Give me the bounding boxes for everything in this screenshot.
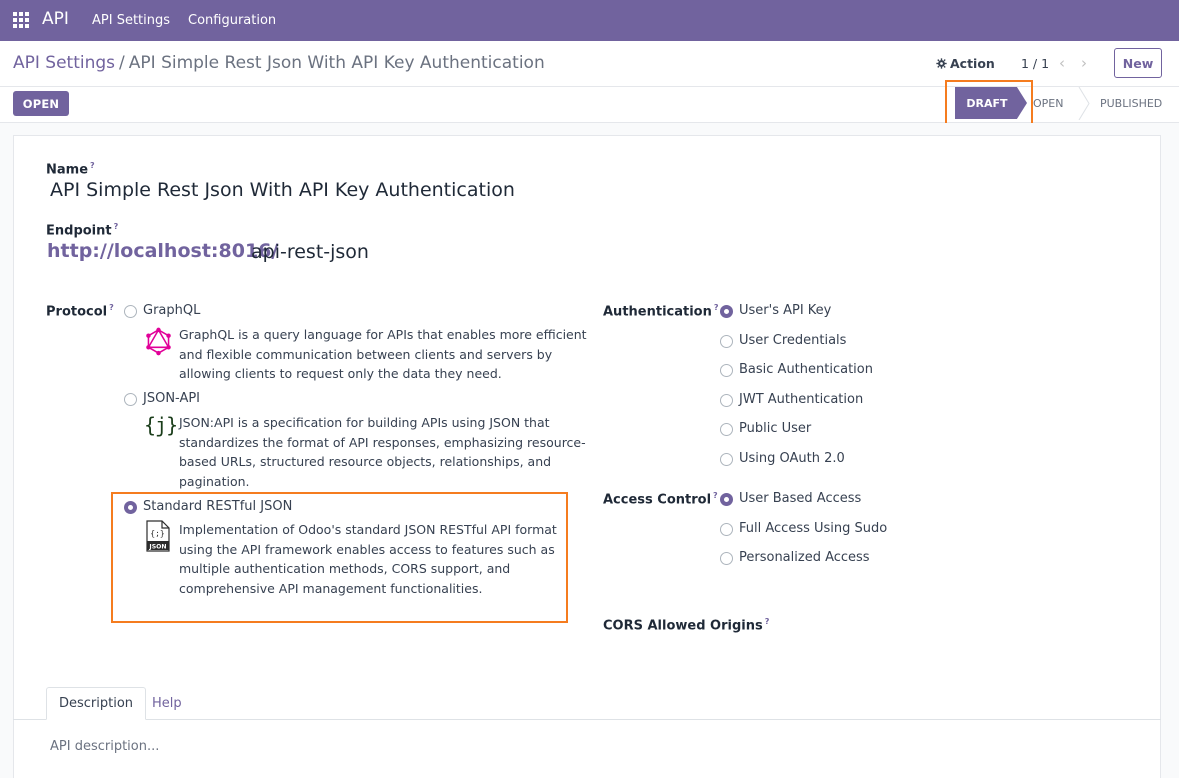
notebook-tabs: Description Help <box>13 687 1161 720</box>
breadcrumb-separator: / <box>119 53 125 73</box>
cors-help-tooltip[interactable]: ? <box>765 617 770 626</box>
access-radio-full-sudo[interactable] <box>720 523 733 536</box>
access-control-label: Access Control? <box>603 491 718 508</box>
authentication-help-tooltip[interactable]: ? <box>714 303 719 312</box>
stage-published[interactable]: PUBLISHED <box>1100 87 1162 120</box>
endpoint-label: Endpoint? <box>46 222 119 239</box>
auth-label-public-user[interactable]: Public User <box>739 421 811 436</box>
description-editor[interactable]: API description... <box>50 739 159 754</box>
new-button[interactable]: New <box>1114 48 1162 78</box>
access-control-help-tooltip[interactable]: ? <box>713 491 718 500</box>
top-navbar: API API Settings Configuration <box>0 0 1179 41</box>
name-field[interactable]: API Simple Rest Json With API Key Authen… <box>50 179 515 201</box>
json-api-description-line: pagination. <box>179 473 250 489</box>
auth-label-oauth[interactable]: Using OAuth 2.0 <box>739 451 845 466</box>
endpoint-base-url: http://localhost:8016/ <box>47 240 279 262</box>
protocol-label-json-api[interactable]: JSON-API <box>143 391 200 406</box>
access-label-full-sudo[interactable]: Full Access Using Sudo <box>739 521 887 536</box>
pager-value[interactable]: 1 / 1 <box>1021 56 1049 71</box>
draft-highlight-box <box>945 80 1033 129</box>
stage-open[interactable]: OPEN <box>1033 87 1063 120</box>
name-label: Name? <box>46 161 95 178</box>
tab-help[interactable]: Help <box>140 687 194 720</box>
access-radio-personalized[interactable] <box>720 552 733 565</box>
access-radio-user-based[interactable] <box>720 493 733 506</box>
breadcrumb: API Settings / API Simple Rest Json With A… <box>13 53 545 73</box>
pager-previous-icon[interactable]: ‹ <box>1059 54 1065 72</box>
auth-label-users-api-key[interactable]: User's API Key <box>739 303 831 318</box>
action-label: Action <box>950 56 995 71</box>
endpoint-path-field[interactable]: api-rest-json <box>251 241 369 263</box>
graphql-description-line: allowing clients to request only the dat… <box>179 366 502 381</box>
endpoint-help-tooltip[interactable]: ? <box>114 222 119 231</box>
authentication-label: Authentication? <box>603 303 719 320</box>
access-label-personalized[interactable]: Personalized Access <box>739 550 870 565</box>
auth-radio-users-api-key[interactable] <box>720 305 733 318</box>
auth-label-basic-authentication[interactable]: Basic Authentication <box>739 362 873 377</box>
breadcrumb-parent-link[interactable]: API Settings <box>13 53 115 73</box>
graphql-description-line: GraphQL is a query language for APIs tha… <box>179 327 587 342</box>
apps-grid-icon[interactable] <box>13 12 29 28</box>
json-api-description: JSON:API is a specification for building… <box>179 413 586 491</box>
auth-radio-oauth[interactable] <box>720 453 733 466</box>
auth-radio-basic-authentication[interactable] <box>720 364 733 377</box>
menu-configuration[interactable]: Configuration <box>188 13 276 28</box>
protocol-help-tooltip[interactable]: ? <box>109 303 114 312</box>
auth-radio-public-user[interactable] <box>720 423 733 436</box>
gear-icon <box>936 58 947 69</box>
json-api-description-line: standardizes the format of API responses… <box>179 434 586 450</box>
menu-api-settings[interactable]: API Settings <box>92 13 170 28</box>
graphql-icon <box>146 327 171 356</box>
cors-origins-label: CORS Allowed Origins? <box>603 617 770 634</box>
auth-radio-jwt-authentication[interactable] <box>720 394 733 407</box>
graphql-description-line: and flexible communication between clien… <box>179 346 553 362</box>
protocol-label: Protocol? <box>46 303 114 320</box>
json-api-description-line: based URLs, structured resource objects,… <box>179 454 552 469</box>
action-menu-button[interactable]: Action <box>936 56 995 71</box>
protocol-radio-json-api[interactable] <box>124 393 137 406</box>
json-api-icon: {j} <box>144 413 178 437</box>
name-help-tooltip[interactable]: ? <box>90 161 95 170</box>
auth-label-jwt-authentication[interactable]: JWT Authentication <box>739 392 863 407</box>
pager-next-icon[interactable]: › <box>1081 54 1087 72</box>
graphql-description: GraphQL is a query language for APIs tha… <box>179 325 587 384</box>
protocol-label-graphql[interactable]: GraphQL <box>143 303 200 318</box>
access-label-user-based[interactable]: User Based Access <box>739 491 861 506</box>
json-api-description-line: JSON:API is a specification for building… <box>179 415 550 430</box>
stage-divider-icon <box>1078 87 1090 120</box>
tab-description[interactable]: Description <box>46 687 147 720</box>
auth-label-user-credentials[interactable]: User Credentials <box>739 333 846 348</box>
restful-highlight-box <box>111 492 568 623</box>
open-button[interactable]: OPEN <box>13 91 69 116</box>
app-brand[interactable]: API <box>42 9 69 29</box>
breadcrumb-current: API Simple Rest Json With API Key Authen… <box>128 53 545 73</box>
auth-radio-user-credentials[interactable] <box>720 335 733 348</box>
protocol-radio-graphql[interactable] <box>124 305 137 318</box>
